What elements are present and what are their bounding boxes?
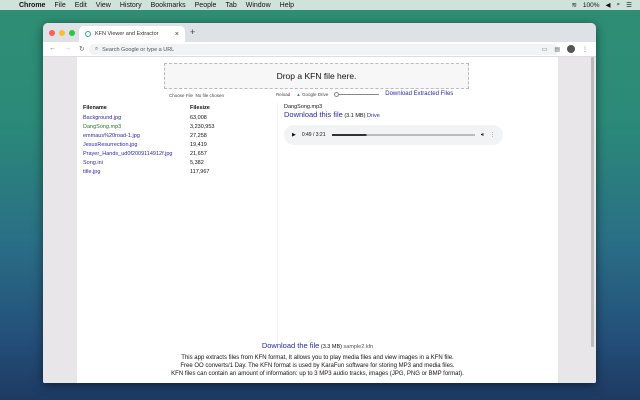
volume-icon[interactable]: 🔊︎	[481, 132, 484, 138]
menu-view[interactable]: View	[96, 2, 111, 9]
file-link[interactable]: JesusResurrection.jpg	[83, 142, 137, 148]
search-icon[interactable]: ⌕	[617, 1, 621, 9]
table-row: Prayer_Hands_ud0f2009114912f.jpg 21,657	[83, 149, 214, 158]
file-list: Filename Filesize Background.jpg 63,008 Dan…	[83, 103, 278, 343]
omnibox-placeholder: Search Google or type a URL	[102, 46, 175, 53]
volume-icon[interactable]: ◀	[606, 1, 611, 9]
menu-window[interactable]: Window	[246, 2, 271, 9]
file-size-cell: 117,967	[190, 168, 210, 175]
tab-kfn-viewer[interactable]: KFN Viewer and Extractor ×	[79, 26, 185, 42]
minimize-window-button[interactable]	[59, 30, 65, 36]
profile-avatar[interactable]	[567, 45, 575, 53]
menu-kebab-icon[interactable]: ⋮	[582, 46, 588, 53]
file-size-cell: 19,419	[190, 141, 207, 148]
address-bar[interactable]: ⌕ Search Google or type a URL	[89, 44, 559, 55]
table-row: emmaus%20road-1.jpg 27,258	[83, 131, 214, 140]
file-size-cell: 3,230,953	[190, 123, 215, 130]
battery-text[interactable]: 100%	[583, 2, 600, 9]
download-file-link[interactable]: Download the file	[262, 341, 320, 350]
cast-icon[interactable]: ▭	[542, 46, 548, 53]
tab-bar: KFN Viewer and Extractor × +	[43, 23, 596, 42]
file-link[interactable]: DangSong.mp3	[83, 124, 121, 130]
more-options-icon[interactable]: ⋮	[490, 132, 495, 138]
description-line: KFN files can contain an amount of infor…	[171, 371, 464, 377]
file-size-cell: 5,382	[190, 159, 204, 166]
wifi-icon[interactable]: ≋	[571, 1, 576, 9]
menu-file[interactable]: File	[54, 2, 65, 9]
forward-icon[interactable]: →	[64, 45, 71, 53]
drop-zone[interactable]: Drop a KFN file here.	[164, 63, 469, 89]
file-size: (3.3 MB)	[320, 344, 342, 350]
audio-player: ▶ 0:49 / 3:21 🔊︎ ⋮	[284, 125, 503, 145]
browser-window: KFN Viewer and Extractor × + ← → ↻ ⌕ Sea…	[43, 23, 596, 383]
file-size-cell: 21,657	[190, 150, 207, 157]
reload-icon[interactable]: ↻	[79, 45, 85, 53]
menu-edit[interactable]: Edit	[75, 2, 87, 9]
toggle-slider[interactable]	[334, 91, 380, 97]
scrollbar[interactable]	[591, 57, 594, 347]
page: Drop a KFN file here. Choose File No fil…	[77, 57, 558, 383]
menu-tab[interactable]: Tab	[225, 2, 236, 9]
back-icon[interactable]: ←	[49, 45, 56, 53]
description-line: This app extracts files from KFN format,…	[181, 355, 454, 361]
new-tab-button[interactable]: +	[190, 27, 195, 37]
search-icon: ⌕	[95, 46, 99, 52]
download-this-link[interactable]: Download this file	[284, 110, 343, 119]
file-chooser[interactable]: Choose File No file chosen	[169, 93, 224, 98]
drop-label: Drop a KFN file here.	[276, 71, 357, 81]
menu-help[interactable]: Help	[280, 2, 294, 9]
file-link[interactable]: Prayer_Hands_ud0f2009114912f.jpg	[83, 151, 173, 157]
file-link[interactable]: Background.jpg	[83, 115, 121, 121]
menu-history[interactable]: History	[120, 2, 142, 9]
audio-seek-bar[interactable]	[331, 134, 475, 136]
table-row: title.jpg 117,967	[83, 167, 214, 176]
google-drive-button[interactable]: ▲ Google Drive	[296, 92, 328, 97]
this-size: (3.1 MB)	[344, 113, 366, 119]
viewport: Drop a KFN file here. Choose File No fil…	[43, 57, 596, 383]
menu-bar: Chrome File Edit View History Bookmarks …	[0, 0, 640, 10]
table-row: DangSong.mp3 3,230,953	[83, 122, 214, 131]
list-icon[interactable]: ☰	[626, 1, 632, 9]
google-drive-label: Google Drive	[302, 91, 329, 97]
maximize-window-button[interactable]	[69, 30, 75, 36]
no-file-text: No file chosen	[195, 93, 225, 98]
menu-people[interactable]: People	[195, 2, 217, 9]
download-extracted-link[interactable]: Download Extracted Files	[385, 91, 453, 97]
file-link[interactable]: emmaus%20road-1.jpg	[83, 133, 140, 139]
status-icons: ≋ 100% ◀ ⌕ ☰	[571, 0, 632, 10]
header-filename: Filename	[83, 105, 107, 111]
file-link[interactable]: Song.ini	[83, 160, 103, 166]
table-row: Background.jpg 63,008	[83, 113, 214, 122]
play-icon[interactable]: ▶	[292, 132, 296, 138]
file-link[interactable]: title.jpg	[83, 169, 100, 175]
tab-title: KFN Viewer and Extractor	[95, 31, 159, 37]
drive-icon: ▲	[296, 91, 301, 97]
table-row: JesusResurrection.jpg 19,419	[83, 140, 214, 149]
header-filesize: Filesize	[190, 105, 210, 111]
footer: Download the file (3.3 MB) sample2.kfn T…	[77, 341, 558, 378]
toolbar: ← → ↻ ⌕ Search Google or type a URL ▭ ▤ …	[43, 42, 596, 57]
menu-bookmarks[interactable]: Bookmarks	[151, 2, 186, 9]
file-preview: DangSong.mp3 Download this file (3.1 MB)…	[284, 104, 380, 119]
file-name: sample2.kfn	[343, 344, 374, 350]
close-tab-icon[interactable]: ×	[175, 31, 179, 38]
audio-time: 0:49 / 3:21	[301, 132, 326, 138]
close-window-button[interactable]	[49, 30, 55, 36]
file-size-cell: 27,258	[190, 132, 207, 139]
description-line: Free OO converts/1 Day. The KFN format i…	[180, 363, 455, 369]
menu-app[interactable]: Chrome	[19, 2, 45, 9]
extension-icon[interactable]: ▤	[554, 46, 560, 53]
file-size-cell: 63,008	[190, 114, 207, 121]
reload-button[interactable]: Reload	[276, 92, 290, 97]
table-row: Song.ini 5,382	[83, 158, 214, 167]
drive-link[interactable]: Drive	[367, 113, 380, 119]
choose-file-button[interactable]: Choose File	[169, 93, 193, 98]
favicon-icon	[85, 31, 91, 37]
window-controls	[49, 30, 75, 36]
